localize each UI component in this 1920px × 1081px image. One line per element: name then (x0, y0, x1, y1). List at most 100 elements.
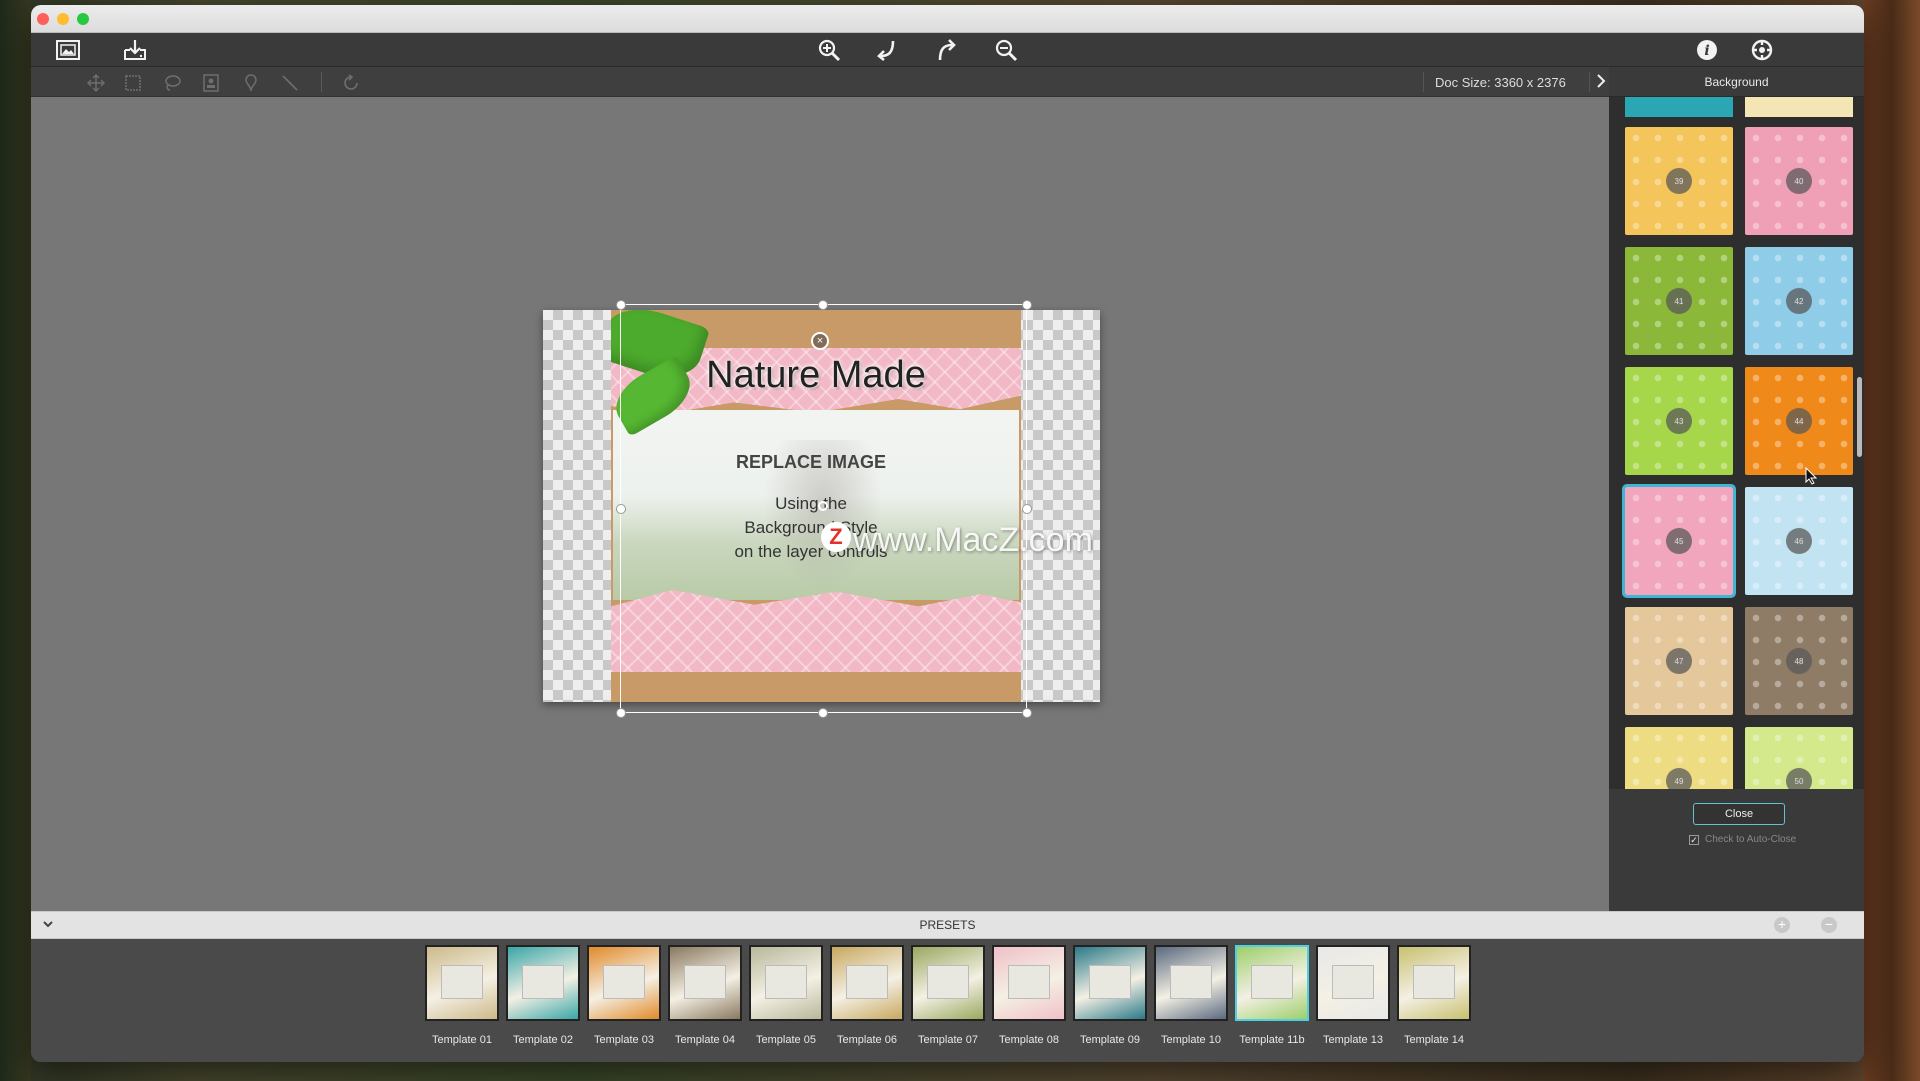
rotate-tool-icon[interactable] (342, 74, 360, 97)
preset-photo-placeholder (1332, 965, 1374, 999)
preset-thumbnail[interactable] (425, 945, 499, 1021)
zoom-out-icon[interactable] (993, 37, 1019, 63)
background-thumbnail[interactable]: 41 (1625, 247, 1733, 355)
background-thumbnail[interactable]: 45 (1622, 484, 1736, 598)
resize-handle-r[interactable] (1022, 504, 1032, 514)
presets-title: PRESETS (919, 918, 976, 932)
background-thumbnail[interactable]: 43 (1625, 367, 1733, 475)
preset-photo-placeholder (522, 965, 564, 999)
resize-handle-br[interactable] (1022, 708, 1032, 718)
expand-chevron-icon[interactable] (1594, 72, 1608, 95)
presets-header: PRESETS + − (31, 911, 1864, 939)
mouse-cursor-icon (1805, 466, 1818, 490)
move-tool-icon[interactable] (87, 74, 105, 97)
preset-label: Template 09 (1080, 1034, 1140, 1046)
preset-thumbnail[interactable] (1235, 945, 1309, 1021)
auto-close-label: Check to Auto-Close (1705, 834, 1797, 845)
thumbnail-partial-37[interactable] (1625, 97, 1733, 117)
preset-thumbnail[interactable] (911, 945, 985, 1021)
preset-thumbnail[interactable] (1397, 945, 1471, 1021)
resize-handle-b[interactable] (818, 708, 828, 718)
preset-thumbnail[interactable] (1073, 945, 1147, 1021)
preset-label: Template 10 (1161, 1034, 1221, 1046)
preset-photo-placeholder (1413, 965, 1455, 999)
zoom-in-icon[interactable] (816, 37, 842, 63)
close-window-button[interactable] (37, 13, 49, 25)
preset-label: Template 08 (999, 1034, 1059, 1046)
line-tool-icon[interactable] (281, 74, 299, 97)
preset-thumbnail[interactable] (749, 945, 823, 1021)
thumbnail-partial-38[interactable] (1745, 97, 1853, 117)
thumbnail-number: 45 (1666, 528, 1692, 554)
watermark-text: www.MacZ.com (853, 521, 1093, 559)
presets-strip: Template 01 Template 02 Template 03 Templat… (31, 939, 1864, 1062)
background-thumbnail[interactable]: 50 (1745, 727, 1853, 789)
background-thumbnail[interactable]: 44 (1745, 367, 1853, 475)
preset-thumbnail[interactable] (992, 945, 1066, 1021)
app-window: i Doc Size: 3360 x 2376 Nature Made REPL… (31, 5, 1864, 1062)
desktop-background-right (1864, 0, 1920, 1081)
close-button[interactable]: Close (1693, 803, 1785, 825)
preset-label: Template 06 (837, 1034, 897, 1046)
preset-thumbnail[interactable] (587, 945, 661, 1021)
preset-thumbnail[interactable] (1154, 945, 1228, 1021)
preset-thumbnail[interactable] (668, 945, 742, 1021)
redo-icon[interactable] (934, 37, 960, 63)
crop-tool-icon[interactable] (124, 74, 142, 97)
thumbnail-number: 40 (1786, 168, 1812, 194)
background-thumbnail[interactable]: 40 (1745, 127, 1853, 235)
preset-photo-placeholder (927, 965, 969, 999)
preset-label: Template 11b (1239, 1034, 1305, 1046)
canvas-area: Nature Made REPLACE IMAGE Using the Back… (31, 97, 1609, 911)
preset-thumbnail[interactable] (830, 945, 904, 1021)
export-icon[interactable] (121, 37, 149, 63)
thumbnail-number: 48 (1786, 648, 1812, 674)
thumbnail-number: 46 (1786, 528, 1812, 554)
settings-icon[interactable] (1751, 39, 1773, 61)
preset-label: Template 07 (918, 1034, 978, 1046)
info-icon[interactable]: i (1696, 39, 1718, 61)
main-toolbar: i (31, 33, 1864, 67)
resize-handle-t[interactable] (818, 300, 828, 310)
remove-preset-icon[interactable]: − (1821, 917, 1837, 933)
delete-layer-icon[interactable]: × (811, 332, 829, 350)
background-thumbnail[interactable]: 46 (1745, 487, 1853, 595)
undo-icon[interactable] (874, 37, 900, 63)
thumbnail-number: 49 (1666, 768, 1692, 789)
preset-thumbnail[interactable] (1316, 945, 1390, 1021)
thumbnail-number: 39 (1666, 168, 1692, 194)
resize-handle-l[interactable] (616, 504, 626, 514)
preset-thumbnail[interactable] (506, 945, 580, 1021)
doc-size-divider (1423, 72, 1424, 92)
doc-size-divider-right (1589, 72, 1590, 92)
background-thumbnail[interactable]: 48 (1745, 607, 1853, 715)
preset-photo-placeholder (1251, 965, 1293, 999)
background-thumbnail[interactable]: 39 (1625, 127, 1733, 235)
thumbnail-number: 43 (1666, 408, 1692, 434)
lasso-tool-icon[interactable] (163, 74, 181, 97)
panel-footer: Close ✓ Check to Auto-Close (1609, 789, 1864, 911)
watermark-logo-icon: Z (821, 522, 851, 552)
zoom-window-button[interactable] (77, 13, 89, 25)
preset-photo-placeholder (1008, 965, 1050, 999)
thumbnail-number: 42 (1786, 288, 1812, 314)
resize-handle-tr[interactable] (1022, 300, 1032, 310)
background-thumbnail[interactable]: 42 (1745, 247, 1853, 355)
add-preset-icon[interactable]: + (1774, 917, 1790, 933)
background-thumbnail[interactable]: 47 (1625, 607, 1733, 715)
open-image-icon[interactable] (55, 38, 81, 62)
preset-photo-placeholder (441, 965, 483, 999)
rotate-center-handle[interactable] (818, 501, 828, 511)
panel-scrollbar[interactable] (1857, 377, 1862, 457)
preset-photo-placeholder (1089, 965, 1131, 999)
stamp-tool-icon[interactable] (202, 74, 220, 97)
background-thumbnail[interactable]: 49 (1625, 727, 1733, 789)
auto-close-checkbox[interactable]: ✓ (1689, 835, 1699, 845)
resize-handle-tl[interactable] (616, 300, 626, 310)
background-panel: Background 39 40 41 42 43 44 45 46 47 48 49 50 Clos… (1609, 67, 1864, 911)
resize-handle-bl[interactable] (616, 708, 626, 718)
preset-label: Template 02 (513, 1034, 573, 1046)
preset-label: Template 14 (1404, 1034, 1464, 1046)
minimize-window-button[interactable] (57, 13, 69, 25)
pin-tool-icon[interactable] (242, 74, 260, 97)
